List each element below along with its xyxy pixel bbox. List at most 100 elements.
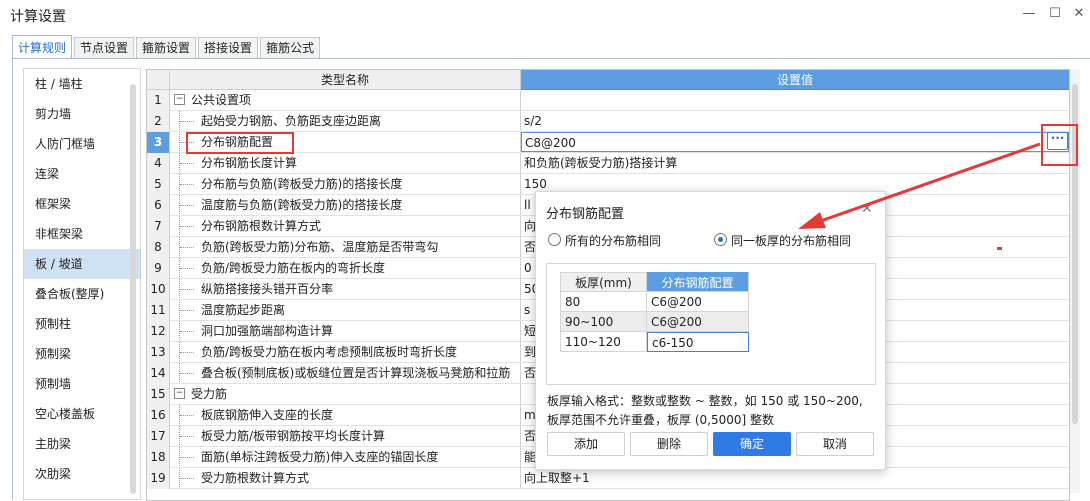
- setting-name[interactable]: 负筋/跨板受力筋在板内的弯折长度: [170, 258, 521, 278]
- row-number: 1: [147, 90, 170, 111]
- setting-name[interactable]: 温度筋起步距离: [170, 300, 521, 320]
- sidebar-item-precast-column[interactable]: 预制柱: [24, 309, 140, 339]
- table-row[interactable]: 1− 公共设置项: [147, 90, 1069, 111]
- row-number: 14: [147, 363, 170, 384]
- setting-name[interactable]: 负筋(跨板受力筋)分布筋、温度筋是否带弯勾: [170, 237, 521, 257]
- row-number: 12: [147, 321, 170, 342]
- setting-label: 分布钢筋根数计算方式: [201, 219, 322, 233]
- add-button[interactable]: 添加: [547, 432, 625, 456]
- setting-label: 叠合板(预制底板)或板缝位置是否计算现浇板马凳筋和拉筋: [201, 366, 511, 380]
- maximize-button[interactable]: ☐: [1044, 3, 1066, 25]
- setting-value[interactable]: C8@200: [521, 132, 1069, 152]
- delete-button[interactable]: 删除: [630, 432, 708, 456]
- sidebar-item-non-frame-beam[interactable]: 非框架梁: [24, 219, 140, 249]
- thickness-table-panel: 板厚(mm) 分布钢筋配置 80 C6@200 90~100 C6@200 11…: [546, 263, 876, 385]
- col-header-thickness[interactable]: 板厚(mm): [560, 272, 647, 292]
- setting-name[interactable]: 分布筋与负筋(跨板受力筋)的搭接长度: [170, 174, 521, 194]
- tree-connector: [180, 478, 194, 479]
- tree-connector: [180, 373, 194, 374]
- tab-node-settings[interactable]: 节点设置: [74, 37, 135, 58]
- setting-name[interactable]: 分布钢筋长度计算: [170, 153, 521, 173]
- table-cell-thickness[interactable]: 90~100: [560, 312, 647, 332]
- radio-all-same[interactable]: [548, 233, 561, 246]
- setting-name[interactable]: 温度筋与负筋(跨板受力筋)的搭接长度: [170, 195, 521, 215]
- table-cell-config-editing[interactable]: c6-150: [647, 332, 749, 352]
- radio-same-thickness[interactable]: [714, 233, 727, 246]
- setting-label: 负筋/跨板受力筋在板内考虑预制底板时弯折长度: [201, 345, 458, 359]
- tab-calc-rules[interactable]: 计算规则: [12, 35, 73, 58]
- col-header-rebar-config[interactable]: 分布钢筋配置: [647, 272, 749, 292]
- row-number: 16: [147, 405, 170, 426]
- radio-same-thickness-label[interactable]: 同一板厚的分布筋相同: [731, 232, 851, 249]
- setting-name[interactable]: 分布钢筋根数计算方式: [170, 216, 521, 236]
- table-cell-thickness[interactable]: 110~120: [560, 332, 647, 352]
- table-cell-thickness[interactable]: 80: [560, 292, 647, 312]
- setting-name[interactable]: 洞口加强筋端部构造计算: [170, 321, 521, 341]
- cancel-button[interactable]: 取消: [796, 432, 874, 456]
- setting-label: 板受力筋/板带钢筋按平均长度计算: [201, 429, 386, 443]
- group-header[interactable]: − 受力筋: [170, 384, 521, 404]
- table-row[interactable]: 2 起始受力钢筋、负筋距支座边距离 s/2: [147, 111, 1069, 132]
- setting-label: 起始受力钢筋、负筋距支座边距离: [201, 114, 382, 128]
- row-number: 13: [147, 342, 170, 363]
- sidebar-item-column[interactable]: 柱 / 墙柱: [24, 69, 140, 99]
- sidebar-item-composite-slab[interactable]: 叠合板(整厚): [24, 279, 140, 309]
- setting-value[interactable]: [521, 90, 1069, 110]
- group-header[interactable]: − 公共设置项: [170, 90, 521, 110]
- sidebar-item-coupling-beam[interactable]: 连梁: [24, 159, 140, 189]
- setting-label: 负筋(跨板受力筋)分布筋、温度筋是否带弯勾: [201, 240, 439, 254]
- header-setting-value[interactable]: 设置值: [521, 70, 1069, 90]
- setting-label: 温度筋起步距离: [201, 303, 286, 317]
- minimize-button[interactable]: —: [1018, 3, 1040, 25]
- group-label: 公共设置项: [191, 93, 252, 107]
- sidebar-item-civil-defense-door-wall[interactable]: 人防门框墙: [24, 129, 140, 159]
- dialog-close-icon[interactable]: ✕: [861, 201, 873, 217]
- row-number: 18: [147, 447, 170, 468]
- setting-value[interactable]: 和负筋(跨板受力筋)搭接计算: [521, 153, 1069, 173]
- sidebar-item-precast-beam[interactable]: 预制梁: [24, 339, 140, 369]
- sidebar-item-precast-wall[interactable]: 预制墙: [24, 369, 140, 399]
- setting-name[interactable]: 纵筋搭接接头错开百分率: [170, 279, 521, 299]
- tree-connector: [180, 121, 194, 122]
- tree-connector: [180, 268, 194, 269]
- radio-all-same-label[interactable]: 所有的分布筋相同: [565, 232, 661, 249]
- header-type-name[interactable]: 类型名称: [170, 70, 521, 90]
- sidebar-item-secondary-rib-beam[interactable]: 次肋梁: [24, 459, 140, 489]
- setting-label: 洞口加强筋端部构造计算: [201, 324, 334, 338]
- sidebar-item-main-rib-beam[interactable]: 主肋梁: [24, 429, 140, 459]
- tab-stirrup-settings[interactable]: 箍筋设置: [136, 37, 197, 58]
- component-sidebar: 柱 / 墙柱 剪力墙 人防门框墙 连梁 框架梁 非框架梁 板 / 坡道 叠合板(…: [23, 68, 141, 500]
- table-cell-config[interactable]: C6@200: [647, 312, 749, 332]
- setting-name[interactable]: 受力筋根数计算方式: [170, 468, 521, 488]
- row-number: 9: [147, 258, 170, 279]
- table-row[interactable]: 19 受力筋根数计算方式 向上取整+1: [147, 468, 1069, 489]
- setting-name[interactable]: 负筋/跨板受力筋在板内考虑预制底板时弯折长度: [170, 342, 521, 362]
- tab-lap-settings[interactable]: 搭接设置: [198, 37, 259, 58]
- setting-value[interactable]: s/2: [521, 111, 1069, 131]
- setting-name[interactable]: 板受力筋/板带钢筋按平均长度计算: [170, 426, 521, 446]
- setting-value[interactable]: 向上取整+1: [521, 468, 1069, 488]
- sidebar-item-shear-wall[interactable]: 剪力墙: [24, 99, 140, 129]
- setting-name[interactable]: 叠合板(预制底板)或板缝位置是否计算现浇板马凳筋和拉筋: [170, 363, 521, 383]
- setting-name[interactable]: 起始受力钢筋、负筋距支座边距离: [170, 111, 521, 131]
- row-number: 4: [147, 153, 170, 174]
- table-cell-config[interactable]: C6@200: [647, 292, 749, 312]
- sidebar-item-frame-beam[interactable]: 框架梁: [24, 189, 140, 219]
- collapse-icon[interactable]: −: [174, 94, 185, 105]
- sidebar-item-hollow-floor-slab[interactable]: 空心楼盖板: [24, 399, 140, 429]
- setting-name[interactable]: 面筋(单标注跨板受力筋)伸入支座的锚固长度: [170, 447, 521, 467]
- sidebar-scrollbar[interactable]: [130, 84, 136, 494]
- tree-connector: [180, 352, 194, 353]
- tree-connector: [180, 436, 194, 437]
- tree-connector: [180, 289, 194, 290]
- tab-stirrup-formula[interactable]: 箍筋公式: [260, 37, 321, 58]
- setting-label: 分布钢筋长度计算: [201, 156, 298, 170]
- close-button[interactable]: ✕: [1068, 3, 1090, 25]
- sidebar-item-slab-ramp[interactable]: 板 / 坡道: [24, 249, 140, 279]
- row-number: 11: [147, 300, 170, 321]
- ok-button[interactable]: 确定: [713, 432, 791, 456]
- collapse-icon[interactable]: −: [174, 388, 185, 399]
- tree-connector: [180, 310, 194, 311]
- setting-name[interactable]: 板底钢筋伸入支座的长度: [170, 405, 521, 425]
- table-row[interactable]: 4 分布钢筋长度计算 和负筋(跨板受力筋)搭接计算: [147, 153, 1069, 174]
